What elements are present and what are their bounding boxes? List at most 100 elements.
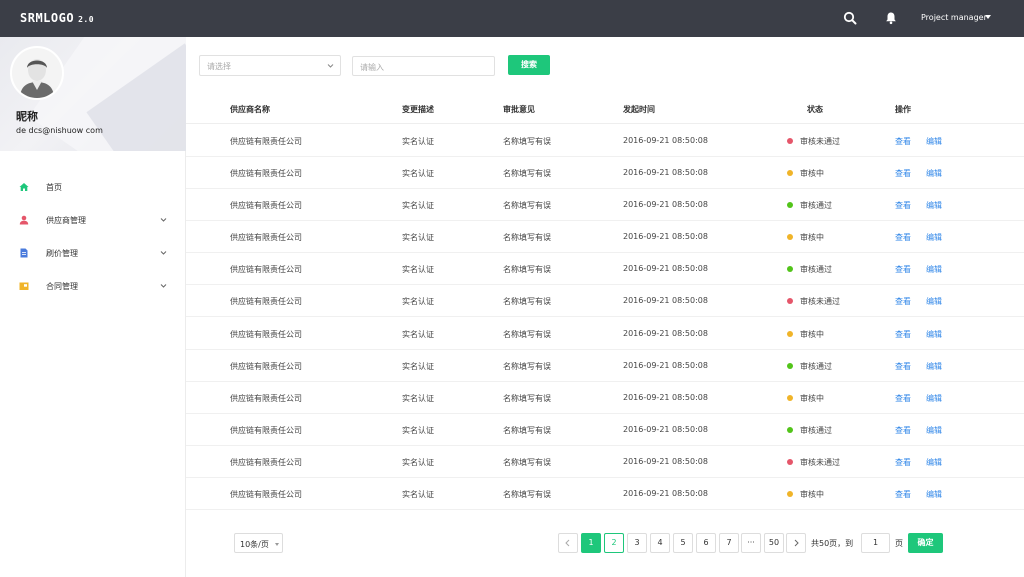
status-text: 审核通过 bbox=[800, 426, 832, 435]
time-cell: 2016-09-21 08:50:08 bbox=[623, 329, 708, 338]
page-ellipsis[interactable]: ··· bbox=[741, 533, 761, 553]
page-button[interactable]: 5 bbox=[673, 533, 693, 553]
search-icon[interactable] bbox=[843, 11, 857, 25]
edit-link[interactable]: 编辑 bbox=[926, 136, 942, 147]
table-row[interactable]: 供应链有限责任公司 实名认证 名称填写有误 2016-09-21 08:50:08 审核… bbox=[186, 478, 1024, 510]
sidebar-item-price[interactable]: 刷价管理 bbox=[0, 237, 186, 270]
table-row[interactable]: 供应链有限责任公司 实名认证 名称填写有误 2016-09-21 08:50:08 审核… bbox=[186, 125, 1024, 157]
edit-link[interactable]: 编辑 bbox=[926, 457, 942, 468]
table-row[interactable]: 供应链有限责任公司 实名认证 名称填写有误 2016-09-21 08:50:08 审核… bbox=[186, 221, 1024, 253]
page-button[interactable]: 3 bbox=[627, 533, 647, 553]
table-row[interactable]: 供应链有限责任公司 实名认证 名称填写有误 2016-09-21 08:50:08 审核… bbox=[186, 285, 1024, 317]
chevron-down-icon[interactable] bbox=[985, 15, 991, 19]
keyword-input[interactable]: 请输入 bbox=[352, 56, 495, 76]
top-navbar: SRMLOGO 2.0 Project manager bbox=[0, 0, 1024, 37]
opinion-cell: 名称填写有误 bbox=[503, 330, 551, 339]
avatar[interactable] bbox=[10, 46, 64, 100]
time-cell: 2016-09-21 08:50:08 bbox=[623, 489, 708, 498]
sidebar-item-label: 合同管理 bbox=[46, 282, 78, 291]
sidebar-item-supplier[interactable]: 供应商管理 bbox=[0, 204, 186, 237]
view-link[interactable]: 查看 bbox=[895, 136, 911, 147]
column-header-opinion: 审批意见 bbox=[503, 105, 535, 114]
view-link[interactable]: 查看 bbox=[895, 361, 911, 372]
status-text: 审核中 bbox=[800, 233, 824, 242]
view-link[interactable]: 查看 bbox=[895, 264, 911, 275]
supplier-cell: 供应链有限责任公司 bbox=[230, 297, 302, 306]
view-link[interactable]: 查看 bbox=[895, 329, 911, 340]
edit-link[interactable]: 编辑 bbox=[926, 393, 942, 404]
table-row[interactable]: 供应链有限责任公司 实名认证 名称填写有误 2016-09-21 08:50:08 审核… bbox=[186, 382, 1024, 414]
status-select[interactable]: 请选择 bbox=[199, 55, 341, 76]
page-button[interactable]: 6 bbox=[696, 533, 716, 553]
edit-link[interactable]: 编辑 bbox=[926, 296, 942, 307]
status-dot bbox=[787, 395, 793, 401]
edit-link[interactable]: 编辑 bbox=[926, 329, 942, 340]
table-row[interactable]: 供应链有限责任公司 实名认证 名称填写有误 2016-09-21 08:50:08 审核… bbox=[186, 414, 1024, 446]
page-button[interactable]: 7 bbox=[719, 533, 739, 553]
edit-link[interactable]: 编辑 bbox=[926, 425, 942, 436]
next-page-button[interactable] bbox=[786, 533, 806, 553]
view-link[interactable]: 查看 bbox=[895, 200, 911, 211]
status-text: 审核未通过 bbox=[800, 137, 840, 146]
status-text: 审核中 bbox=[800, 490, 824, 499]
goto-page-input[interactable]: 1 bbox=[861, 533, 890, 553]
input-placeholder: 请输入 bbox=[360, 63, 384, 72]
view-link[interactable]: 查看 bbox=[895, 296, 911, 307]
bell-icon[interactable] bbox=[884, 11, 898, 25]
view-link[interactable]: 查看 bbox=[895, 425, 911, 436]
supplier-cell: 供应链有限责任公司 bbox=[230, 426, 302, 435]
edit-link[interactable]: 编辑 bbox=[926, 489, 942, 500]
table-row[interactable]: 供应链有限责任公司 实名认证 名称填写有误 2016-09-21 08:50:08 审核… bbox=[186, 446, 1024, 478]
avatar-image bbox=[12, 48, 62, 98]
description-cell: 实名认证 bbox=[402, 201, 434, 210]
page-size-select[interactable]: 10条/页 bbox=[234, 533, 283, 553]
edit-link[interactable]: 编辑 bbox=[926, 361, 942, 372]
column-header-time: 发起时间 bbox=[623, 105, 655, 114]
document-icon bbox=[20, 248, 28, 258]
time-cell: 2016-09-21 08:50:08 bbox=[623, 168, 708, 177]
edit-link[interactable]: 编辑 bbox=[926, 168, 942, 179]
search-button[interactable]: 搜索 bbox=[508, 55, 550, 75]
opinion-cell: 名称填写有误 bbox=[503, 394, 551, 403]
chevron-down-icon bbox=[327, 64, 334, 68]
edit-link[interactable]: 编辑 bbox=[926, 200, 942, 211]
table-row[interactable]: 供应链有限责任公司 实名认证 名称填写有误 2016-09-21 08:50:08 审核… bbox=[186, 350, 1024, 382]
table-row[interactable]: 供应链有限责任公司 实名认证 名称填写有误 2016-09-21 08:50:08 审核… bbox=[186, 318, 1024, 350]
page-button[interactable]: 4 bbox=[650, 533, 670, 553]
table-row[interactable]: 供应链有限责任公司 实名认证 名称填写有误 2016-09-21 08:50:08 审核… bbox=[186, 253, 1024, 285]
table-row[interactable]: 供应链有限责任公司 实名认证 名称填写有误 2016-09-21 08:50:08 审核… bbox=[186, 189, 1024, 221]
sidebar-item-home[interactable]: 首页 bbox=[0, 171, 186, 204]
edit-link[interactable]: 编辑 bbox=[926, 264, 942, 275]
opinion-cell: 名称填写有误 bbox=[503, 265, 551, 274]
app-logo[interactable]: SRMLOGO 2.0 bbox=[20, 11, 94, 25]
supplier-cell: 供应链有限责任公司 bbox=[230, 458, 302, 467]
page-button[interactable]: 50 bbox=[764, 533, 784, 553]
page-button[interactable]: 2 bbox=[604, 533, 624, 553]
table-row[interactable]: 供应链有限责任公司 实名认证 名称填写有误 2016-09-21 08:50:08 审核… bbox=[186, 157, 1024, 189]
time-cell: 2016-09-21 08:50:08 bbox=[623, 361, 708, 370]
status-dot bbox=[787, 363, 793, 369]
user-menu[interactable]: Project manager bbox=[921, 13, 987, 22]
opinion-cell: 名称填写有误 bbox=[503, 137, 551, 146]
time-cell: 2016-09-21 08:50:08 bbox=[623, 425, 708, 434]
sidebar: 昵称 de dcs@nishuow com 首页 供应商管理 刷价管理 合同管理 bbox=[0, 37, 186, 577]
view-link[interactable]: 查看 bbox=[895, 232, 911, 243]
sidebar-item-contract[interactable]: 合同管理 bbox=[0, 270, 186, 303]
opinion-cell: 名称填写有误 bbox=[503, 362, 551, 371]
view-link[interactable]: 查看 bbox=[895, 457, 911, 468]
description-cell: 实名认证 bbox=[402, 265, 434, 274]
status-text: 审核中 bbox=[800, 394, 824, 403]
edit-link[interactable]: 编辑 bbox=[926, 232, 942, 243]
time-cell: 2016-09-21 08:50:08 bbox=[623, 136, 708, 145]
prev-page-button[interactable] bbox=[558, 533, 578, 553]
page-button[interactable]: 1 bbox=[581, 533, 601, 553]
supplier-cell: 供应链有限责任公司 bbox=[230, 490, 302, 499]
view-link[interactable]: 查看 bbox=[895, 489, 911, 500]
confirm-button[interactable]: 确定 bbox=[908, 533, 943, 553]
description-cell: 实名认证 bbox=[402, 297, 434, 306]
time-cell: 2016-09-21 08:50:08 bbox=[623, 457, 708, 466]
status-text: 审核中 bbox=[800, 169, 824, 178]
view-link[interactable]: 查看 bbox=[895, 168, 911, 179]
view-link[interactable]: 查看 bbox=[895, 393, 911, 404]
description-cell: 实名认证 bbox=[402, 490, 434, 499]
